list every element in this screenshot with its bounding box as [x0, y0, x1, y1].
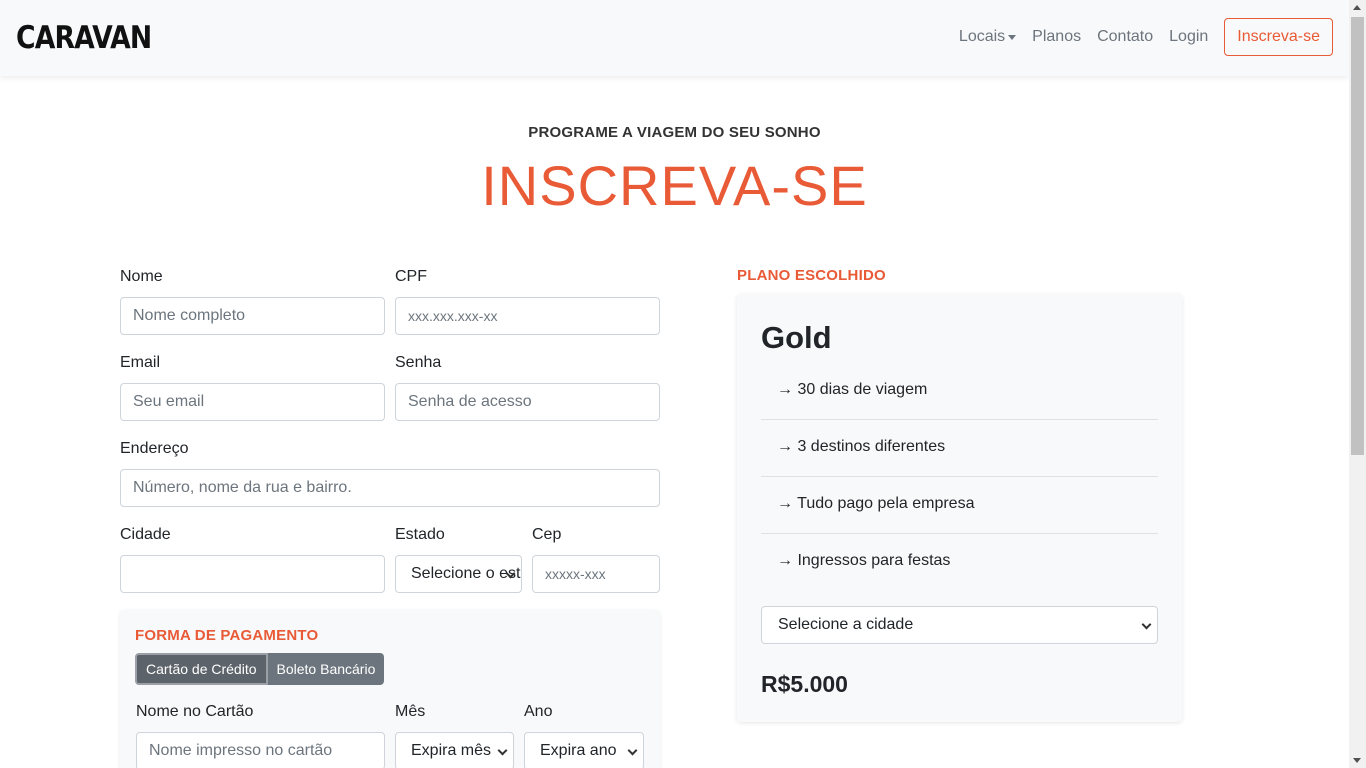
nav-contato[interactable]: Contato	[1097, 28, 1153, 46]
email-input[interactable]: Seu email	[120, 383, 385, 421]
plan-price: R$5.000	[761, 671, 848, 697]
plan-feature-text: → 30 dias de viagem	[777, 381, 928, 398]
scroll-up-arrow-icon[interactable]	[1353, 5, 1361, 10]
plan-name: Gold	[761, 320, 832, 355]
city-select-value: Selecione a cidade	[778, 616, 914, 633]
nav-login[interactable]: Login	[1169, 28, 1208, 46]
senha-label: Senha	[395, 354, 442, 371]
scroll-thumb[interactable]	[1351, 17, 1364, 455]
cidade-input[interactable]	[120, 555, 385, 593]
navbar: CARAVAN Locais Planos Contato Login Insc…	[0, 0, 1349, 76]
chevron-down-icon	[497, 745, 508, 756]
signup-button[interactable]: Inscreva-se	[1224, 18, 1333, 56]
nav-links: Locais Planos Contato Login Inscreva-se	[943, 18, 1333, 56]
cpf-input[interactable]: xxx.xxx.xxx-xx	[395, 297, 660, 335]
brand-logo[interactable]: CARAVAN	[16, 19, 152, 57]
cep-input[interactable]: xxxxx-xxx	[532, 555, 660, 593]
credit-card-button[interactable]: Cartão de Crédito	[135, 653, 268, 685]
nav-planos[interactable]: Planos	[1032, 28, 1081, 46]
cep-label: Cep	[532, 526, 562, 543]
nome-label: Nome	[120, 268, 163, 285]
month-select[interactable]: Expira mês	[395, 732, 514, 768]
endereco-label: Endereço	[120, 440, 189, 457]
year-select-value: Expira ano	[540, 742, 617, 759]
plan-feature-text: → Tudo pago pela empresa	[777, 495, 975, 512]
plan-feature: → Ingressos para festas	[761, 534, 1158, 591]
scroll-down-arrow-icon[interactable]	[1353, 758, 1361, 763]
page-scrollbar[interactable]	[1349, 0, 1366, 768]
caret-down-icon	[1008, 34, 1017, 40]
payment-method-group: Cartão de Crédito Boleto Bancário	[135, 653, 385, 685]
card-name-input[interactable]: Nome impresso no cartão	[136, 732, 385, 768]
boleto-button[interactable]: Boleto Bancário	[267, 653, 385, 685]
page-title: INSCREVA-SE	[481, 154, 868, 217]
plan-feature: → 30 dias de viagem	[761, 363, 1158, 420]
plan-feature-text: → 3 destinos diferentes	[777, 438, 946, 455]
cidade-label: Cidade	[120, 526, 171, 543]
page-subtitle: PROGRAME A VIAGEM DO SEU SONHO	[528, 124, 821, 141]
cpf-label: CPF	[395, 268, 427, 285]
nav-locais-label: Locais	[958, 28, 1006, 45]
senha-input[interactable]: Senha de acesso	[395, 383, 660, 421]
card-name-label: Nome no Cartão	[136, 703, 254, 720]
nome-input[interactable]: Nome completo	[120, 297, 385, 335]
email-label: Email	[120, 354, 161, 371]
plan-section-title: PLANO ESCOLHIDO	[737, 267, 886, 284]
city-select[interactable]: Selecione a cidade	[761, 606, 1158, 644]
chevron-down-icon	[627, 745, 638, 756]
month-label: Mês	[395, 703, 426, 720]
plan-feature: → 3 destinos diferentes	[761, 420, 1158, 477]
estado-label: Estado	[395, 526, 445, 543]
payment-title: FORMA DE PAGAMENTO	[135, 627, 319, 644]
nav-locais-dropdown[interactable]: Locais	[958, 28, 1017, 46]
endereco-input[interactable]: Número, nome da rua e bairro.	[120, 469, 660, 507]
month-select-value: Expira mês	[411, 742, 492, 759]
year-select[interactable]: Expira ano	[524, 732, 644, 768]
plan-feature-text: → Ingressos para festas	[777, 552, 951, 569]
plan-feature: → Tudo pago pela empresa	[761, 477, 1158, 534]
year-label: Ano	[524, 703, 553, 720]
estado-select[interactable]: Selecione o estado	[395, 555, 522, 593]
chevron-down-icon	[1141, 619, 1152, 630]
